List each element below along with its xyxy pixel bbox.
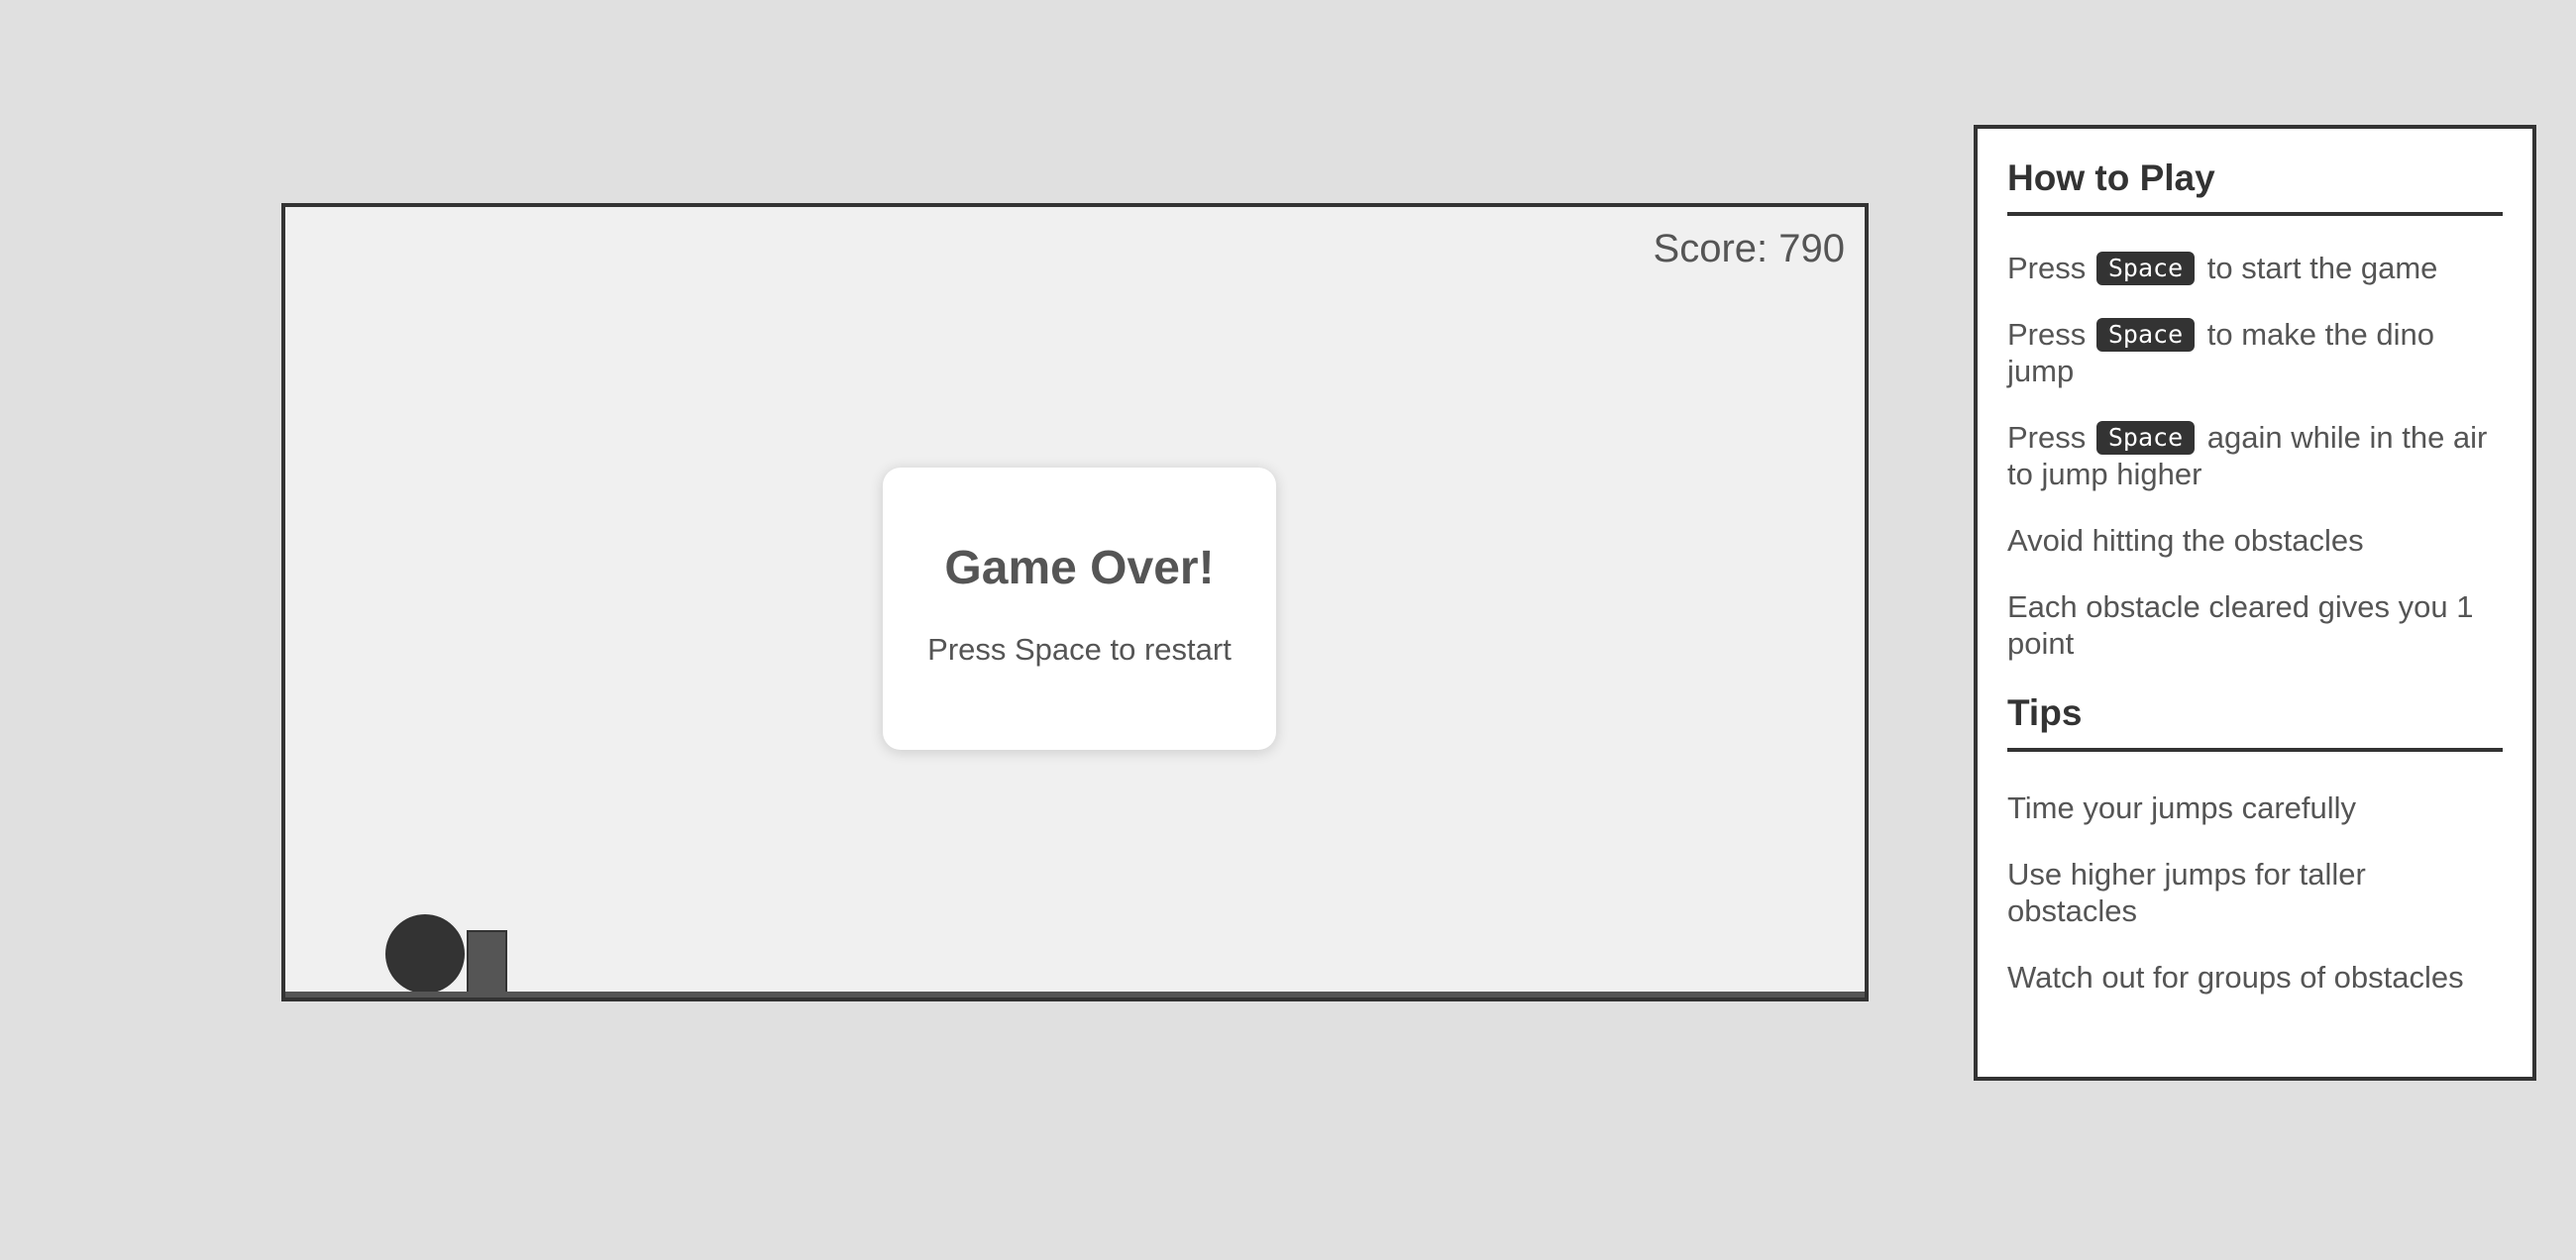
instruction-text: to start the game — [2206, 251, 2438, 286]
list-item: Press Space to start the game — [2007, 250, 2503, 286]
score-display: Score: 790 — [1653, 227, 1845, 270]
game-over-title: Game Over! — [944, 542, 1215, 594]
how-to-play-heading: How to Play — [2007, 157, 2503, 217]
space-key-badge: Space — [2095, 252, 2196, 286]
list-item: Avoid hitting the obstacles — [2007, 523, 2364, 559]
ground-line — [285, 992, 1865, 998]
dino-player — [385, 914, 465, 994]
list-item: Watch out for groups of obstacles — [2007, 959, 2464, 995]
space-key-badge: Space — [2095, 421, 2196, 456]
game-canvas[interactable]: Score: 790 Game Over! Press Space to res… — [281, 203, 1869, 1001]
instructions-panel: How to Play Press Space to start the gam… — [1974, 125, 2536, 1081]
instruction-text: Press — [2007, 251, 2087, 286]
list-item: Time your jumps carefully — [2007, 789, 2357, 825]
restart-message: Press Space to restart — [927, 631, 1232, 667]
instruction-text: Press — [2007, 420, 2087, 456]
obstacle — [467, 930, 507, 994]
list-item: Each obstacle cleared gives you 1 point — [2007, 589, 2474, 662]
list-item: Press Space again while in the air to ju… — [2007, 419, 2503, 492]
list-item: Press Space to make the dino jump — [2007, 316, 2503, 389]
game-over-dialog: Game Over! Press Space to restart — [883, 468, 1276, 750]
tips-heading: Tips — [2007, 691, 2503, 752]
list-item: Use higher jumps for taller obstacles — [2007, 856, 2366, 928]
instruction-text: Press — [2007, 317, 2087, 353]
tips-list: Time your jumps carefully Use higher jum… — [2007, 789, 2503, 996]
how-to-play-list: Press Space to start the game Press Spac… — [2007, 250, 2503, 662]
space-key-badge: Space — [2095, 318, 2196, 353]
